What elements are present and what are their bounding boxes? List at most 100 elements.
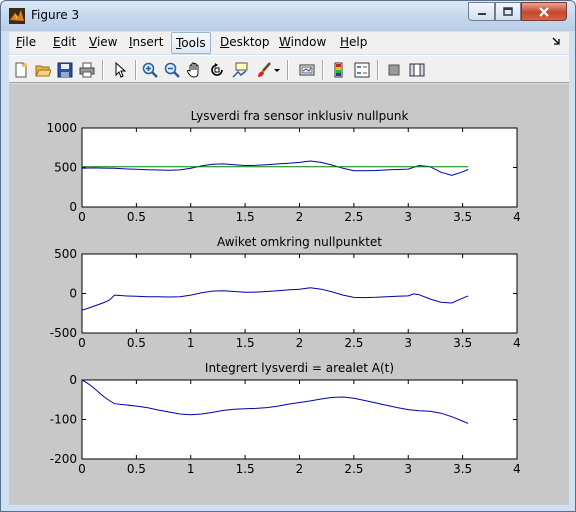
brush-dropdown-icon [274,69,280,72]
menu-help-label: elp [349,35,368,49]
new-figure-icon [15,62,27,78]
x-tick-label: 4 [513,462,521,476]
legend-icon [354,62,370,78]
insert-colorbar-button[interactable] [329,60,349,80]
menu-view-label: iew [96,35,118,49]
link-plot-icon [299,64,315,76]
minimize-icon [477,12,486,15]
brush-button[interactable] [254,60,274,80]
data-cursor-button[interactable] [230,60,250,80]
figure-plots: Lysverdi fra sensor inklusiv nullpunk 0 0.… [46,109,521,476]
zoom-in-button[interactable] [140,60,160,80]
print-icon [79,62,95,78]
x-tick-label: 3.5 [453,210,472,224]
axes-title-2: Awiket omkring nullpunktet [217,235,382,249]
x-tick-label: 1 [187,462,195,476]
data-cursor-icon [232,62,248,78]
zoom-in-icon [142,62,158,78]
y-tick-label: -200 [50,452,77,466]
maximize-icon [503,6,513,16]
menu-insert[interactable]: Insert [129,35,163,49]
x-tick-label: 0.5 [127,336,146,350]
print-button[interactable] [77,60,97,80]
close-icon [539,6,549,17]
menu-view[interactable]: View [89,35,117,49]
edit-plot-button[interactable] [110,60,130,80]
menu-edit-label: dit [60,35,77,49]
window-title: Figure 3 [31,8,80,22]
brush-dropdown-button[interactable] [272,60,282,80]
y-tick-label: 0 [69,287,77,301]
figure-canvas: Lysverdi fra sensor inklusiv nullpunk 0 0.… [9,84,569,505]
x-tick-label: 2.5 [344,210,363,224]
menu-window-label: indow [290,35,327,49]
edit-plot-arrow-icon [115,62,127,78]
zoom-out-button[interactable] [162,60,182,80]
x-tick-label: 3.5 [453,462,472,476]
figure-window: Figure 3 File Edit View Insert Tools Des… [0,0,576,512]
x-tick-label: 0 [78,210,86,224]
maximize-button[interactable] [495,2,521,21]
x-tick-label: 3.5 [453,336,472,350]
menu-file-label: ile [22,35,37,49]
x-tick-label: 0 [78,336,86,350]
x-tick-label: 3 [404,336,412,350]
x-tick-label: 1 [187,210,195,224]
x-tick-label: 0.5 [127,462,146,476]
show-plot-tools-icon [409,63,425,77]
x-tick-label: 0 [78,462,86,476]
colorbar-icon [334,62,343,78]
x-tick-label: 2.5 [344,336,363,350]
dock-arrow-icon[interactable] [551,36,561,46]
y-tick-label: 0 [69,373,77,387]
y-tick-label: -100 [50,413,77,427]
x-tick-label: 1.5 [236,210,255,224]
toolbar-separator [377,60,379,80]
menu-edit[interactable]: Edit [53,35,76,49]
insert-legend-button[interactable] [352,60,372,80]
axes-box-1 [81,127,518,208]
x-tick-label: 2 [296,462,304,476]
save-icon [57,62,73,78]
matlab-logo-icon [9,8,25,24]
x-tick-label: 1.5 [236,462,255,476]
hide-plot-tools-icon [388,64,400,76]
x-tick-label: 3 [404,462,412,476]
close-button[interactable] [521,2,567,21]
menu-desktop-mnemonic: D [220,35,230,49]
menu-desktop-label: esktop [229,35,270,49]
x-tick-label: 1.5 [236,336,255,350]
y-tick-label: 1000 [46,121,77,135]
menu-insert-label: nsert [132,35,164,49]
axes-title-3: Integrert lysverdi = arealet A(t) [205,361,394,375]
new-figure-button[interactable] [11,60,31,80]
figure-toolbar [9,55,569,83]
pan-button[interactable] [184,60,204,80]
menu-window[interactable]: Window [279,35,326,49]
minimize-button[interactable] [468,2,495,21]
title-bar[interactable]: Figure 3 [1,1,575,31]
y-tick-label: -500 [50,326,77,340]
link-plot-button[interactable] [297,60,317,80]
toolbar-separator [135,60,137,80]
rotate-3d-icon [211,63,223,76]
axes-title-1: Lysverdi fra sensor inklusiv nullpunk [191,109,409,123]
y-tick-label: 500 [54,161,77,175]
open-file-button[interactable] [33,60,53,80]
axes-box-2 [81,253,518,334]
hide-plot-tools-button[interactable] [384,60,404,80]
save-button[interactable] [55,60,75,80]
menu-desktop[interactable]: Desktop [220,35,270,49]
menu-file[interactable]: File [16,35,36,49]
brush-icon [258,62,271,77]
x-tick-label: 4 [513,210,521,224]
y-tick-label: 500 [54,247,77,261]
menu-help[interactable]: Help [340,35,367,49]
rotate-3d-button[interactable] [207,60,227,80]
menu-tools[interactable]: Tools [171,32,211,54]
x-tick-label: 2 [296,336,304,350]
toolbar-separator [287,60,289,80]
pan-hand-icon [187,62,199,78]
show-plot-tools-button[interactable] [407,60,427,80]
open-file-icon [35,65,51,77]
